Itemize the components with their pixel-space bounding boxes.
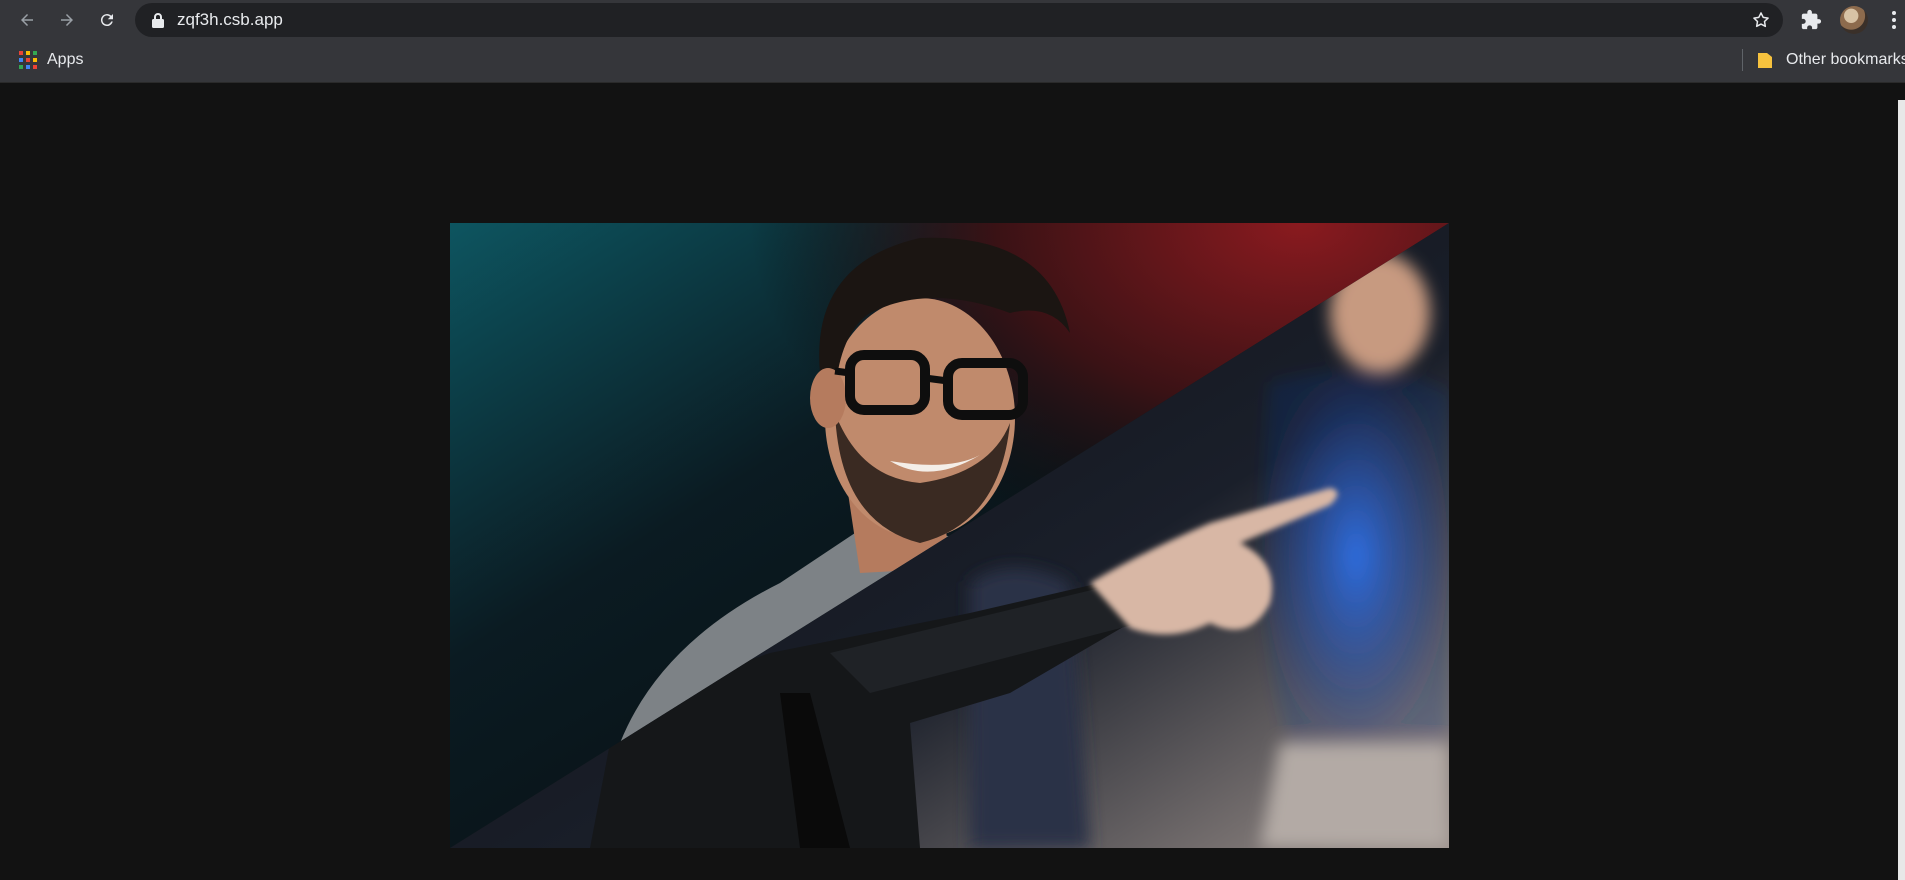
address-bar[interactable]: zqf3h.csb.app [135,3,1783,37]
lock-icon [152,13,164,28]
star-icon[interactable] [1751,10,1771,30]
bookmark-divider [1742,49,1743,71]
puzzle-icon[interactable] [1800,9,1822,31]
folder-icon[interactable] [1757,51,1773,69]
apps-bookmark[interactable]: Apps [47,51,83,69]
other-bookmarks[interactable]: Other bookmarks [1786,51,1905,69]
bookmarks-bar: Apps Other bookmarks [0,40,1905,83]
arrow-right-icon [61,14,73,26]
more-vert-icon[interactable] [1890,9,1898,31]
arrow-left-icon [21,14,33,26]
back-button[interactable] [15,8,39,32]
scrollbar[interactable] [1898,100,1905,880]
profile-avatar[interactable] [1840,6,1868,34]
hero-image [450,223,1449,848]
split-photo [450,223,1449,848]
url-text[interactable]: zqf3h.csb.app [177,11,283,29]
forward-button[interactable] [55,8,79,32]
apps-grid-icon[interactable] [19,51,37,69]
reload-icon [100,14,113,27]
reload-button[interactable] [95,8,119,32]
browser-toolbar: zqf3h.csb.app [0,0,1905,40]
